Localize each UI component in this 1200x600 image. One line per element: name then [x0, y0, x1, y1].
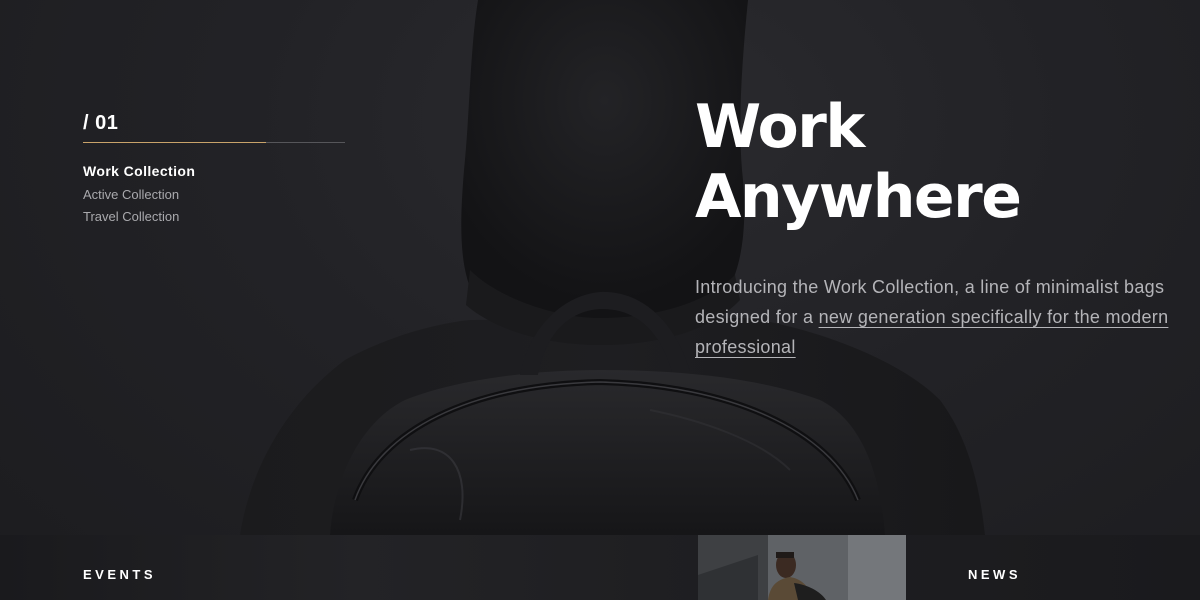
slide-progress-fill [83, 142, 267, 143]
hero-page: / 01 Work Collection Active Collection T… [0, 0, 1200, 600]
slide-counter: / 01 [83, 112, 119, 134]
collection-item-active[interactable]: Active Collection [83, 184, 345, 206]
bottom-bar: EVENTS NEWS [0, 535, 1200, 600]
collection-item-travel[interactable]: Travel Collection [83, 206, 345, 228]
hero-title-line-1: Work [695, 92, 865, 162]
collection-nav: / 01 Work Collection Active Collection T… [83, 110, 345, 228]
news-link[interactable]: NEWS [968, 567, 1021, 582]
news-thumbnail-image [698, 535, 906, 600]
collection-list: Work Collection Active Collection Travel… [83, 159, 345, 228]
news-thumbnail[interactable] [698, 535, 906, 600]
hero-copy: Work Anywhere Introducing the Work Colle… [695, 92, 1185, 362]
collection-item-work[interactable]: Work Collection [83, 159, 345, 184]
events-link[interactable]: EVENTS [83, 567, 156, 582]
hero-description: Introducing the Work Collection, a line … [695, 272, 1185, 362]
hero-title: Work Anywhere [695, 92, 1185, 232]
slide-progress-track [83, 142, 345, 143]
hero-title-line-2: Anywhere [695, 162, 1022, 232]
